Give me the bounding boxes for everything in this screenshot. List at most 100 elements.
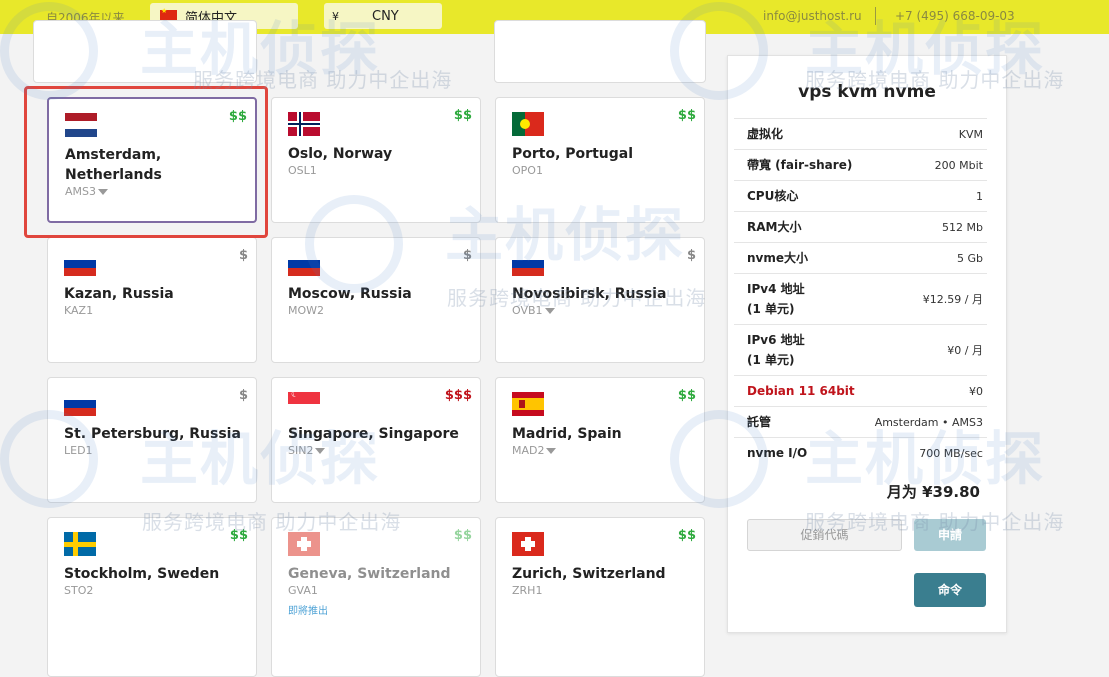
location-name: Zurich, Switzerland xyxy=(512,566,666,582)
spec-value: 700 MB/sec xyxy=(919,446,983,460)
spec-row: 虚拟化 KVM xyxy=(734,118,987,149)
location-card-partial[interactable] xyxy=(494,20,706,83)
spec-value: ¥12.59 / 月 xyxy=(922,293,983,306)
location-card[interactable]: $$ Zurich, Switzerland ZRH1 xyxy=(495,517,705,677)
price-tier: $$ xyxy=(228,109,247,124)
spec-row: IPv6 地址 (1 单元) ¥0 / 月 xyxy=(734,324,987,375)
coming-soon-note: 即將推出 xyxy=(288,606,328,617)
spec-value: 512 Mb xyxy=(942,220,983,234)
location-card[interactable]: $$ Porto, Portugal OPO1 xyxy=(495,97,705,223)
location-card[interactable]: $ St. Petersburg, Russia LED1 xyxy=(47,377,257,503)
location-code: LED1 xyxy=(64,444,93,457)
spec-label: Debian 11 64bit xyxy=(747,384,855,398)
price-tier: $$$ xyxy=(444,388,472,403)
location-code: GVA1 xyxy=(288,584,318,597)
order-summary-panel: vps kvm nvme 虚拟化 KVM 帶寬 (fair-share) 200 Mb… xyxy=(727,55,1007,633)
spec-row: nvme大小 5 Gb xyxy=(734,242,987,273)
location-code: KAZ1 xyxy=(64,304,94,317)
order-button[interactable]: 命令 xyxy=(914,573,986,607)
location-card[interactable]: $$ Geneva, Switzerland GVA1 即將推出 xyxy=(271,517,481,677)
location-code-wrap: OPO1 xyxy=(512,164,543,177)
location-name: Amsterdam, Netherlands xyxy=(65,147,162,183)
spec-label: nvme I/O xyxy=(747,446,808,460)
location-code: ZRH1 xyxy=(512,584,543,597)
spec-value: ¥0 xyxy=(969,384,983,398)
location-code-wrap: LED1 xyxy=(64,444,93,457)
russia-flag-icon xyxy=(64,252,96,276)
location-code: OSL1 xyxy=(288,164,317,177)
location-code: MOW2 xyxy=(288,304,325,317)
spec-value: 1 xyxy=(976,189,983,203)
singapore-flag-icon xyxy=(288,390,320,416)
total-price: 月为 ¥39.80 xyxy=(886,483,980,501)
price-tier: $ xyxy=(462,248,472,263)
spec-value: 5 Gb xyxy=(956,251,983,265)
location-name: Geneva, Switzerland xyxy=(288,566,451,582)
location-code-wrap: MAD2 xyxy=(512,444,557,457)
price-tier: $$ xyxy=(677,388,696,403)
chevron-down-icon[interactable] xyxy=(315,448,326,454)
location-card[interactable]: $$ Madrid, Spain MAD2 xyxy=(495,377,705,503)
location-card[interactable]: $ Novosibirsk, Russia OVB1 xyxy=(495,237,705,363)
switzerland-flag-icon xyxy=(512,532,544,556)
location-name: Moscow, Russia xyxy=(288,286,412,302)
spec-value: Amsterdam • AMS3 xyxy=(874,415,983,429)
russia-flag-icon xyxy=(64,392,96,416)
spec-label: CPU核心 xyxy=(747,189,799,203)
location-code: SIN2 xyxy=(288,444,314,457)
price-tier: $$ xyxy=(677,528,696,543)
location-card[interactable]: $$ Oslo, Norway OSL1 xyxy=(271,97,481,223)
location-code: MAD2 xyxy=(512,444,545,457)
divider xyxy=(875,7,876,25)
spec-row: nvme I/O 700 MB/sec xyxy=(734,437,987,468)
netherlands-flag-icon xyxy=(65,113,97,137)
spec-label: IPv6 地址 (1 单元) xyxy=(747,333,805,367)
location-card[interactable]: $$ Amsterdam, Netherlands AMS3 xyxy=(47,97,257,223)
price-tier: $$ xyxy=(453,528,472,543)
spec-label: IPv4 地址 (1 单元) xyxy=(747,282,805,316)
spec-row: Debian 11 64bit ¥0 xyxy=(734,375,987,406)
chevron-down-icon[interactable] xyxy=(98,189,108,195)
price-tier: $$ xyxy=(677,108,696,123)
location-card[interactable]: $$$ Singapore, Singapore SIN2 xyxy=(271,377,481,503)
spain-flag-icon xyxy=(512,392,544,416)
chevron-down-icon[interactable] xyxy=(546,448,557,454)
apply-button[interactable]: 申請 xyxy=(914,519,986,551)
plan-title: vps kvm nvme xyxy=(798,82,936,102)
currency-selector[interactable]: ¥ CNY xyxy=(324,3,442,29)
location-code-wrap: SIN2 xyxy=(288,444,326,457)
currency-label: CNY xyxy=(372,8,399,24)
location-code-wrap: ZRH1 xyxy=(512,584,542,597)
location-card[interactable]: $ Moscow, Russia MOW2 xyxy=(271,237,481,363)
location-code: OVB1 xyxy=(512,304,543,317)
price-tier: $ xyxy=(686,248,696,263)
phone-link[interactable]: +7 (495) 668-09-03 xyxy=(895,9,1015,23)
location-code: AMS3 xyxy=(65,185,96,198)
spec-row: 託管 Amsterdam • AMS3 xyxy=(734,406,987,437)
spec-row: 帶寬 (fair-share) 200 Mbit xyxy=(734,149,987,180)
spec-row: IPv4 地址 (1 单元) ¥12.59 / 月 xyxy=(734,273,987,324)
spec-label: 託管 xyxy=(747,415,772,429)
sweden-flag-icon xyxy=(64,532,96,556)
location-name: Oslo, Norway xyxy=(288,146,393,162)
location-card[interactable]: $$ Stockholm, Sweden STO2 xyxy=(47,517,257,677)
email-link[interactable]: info@justhost.ru xyxy=(763,9,862,23)
location-card-partial[interactable] xyxy=(33,20,257,83)
switzerland-flag-icon xyxy=(288,532,320,556)
location-code: STO2 xyxy=(64,584,94,597)
promo-code-button[interactable]: 促銷代碼 xyxy=(747,519,902,551)
location-code: OPO1 xyxy=(512,164,543,177)
russia-flag-icon xyxy=(512,252,544,276)
location-code-wrap: GVA1 xyxy=(288,584,318,597)
location-code-wrap: AMS3 xyxy=(65,185,108,198)
chevron-down-icon[interactable] xyxy=(544,308,555,314)
currency-symbol: ¥ xyxy=(332,9,339,23)
location-name: Singapore, Singapore xyxy=(288,426,459,442)
location-code-wrap: MOW2 xyxy=(288,304,324,317)
price-tier: $$ xyxy=(453,108,472,123)
price-tier: $ xyxy=(238,248,248,263)
spec-label: 帶寬 (fair-share) xyxy=(747,158,853,172)
location-code-wrap: KAZ1 xyxy=(64,304,93,317)
spec-label: nvme大小 xyxy=(747,251,809,265)
location-card[interactable]: $ Kazan, Russia KAZ1 xyxy=(47,237,257,363)
